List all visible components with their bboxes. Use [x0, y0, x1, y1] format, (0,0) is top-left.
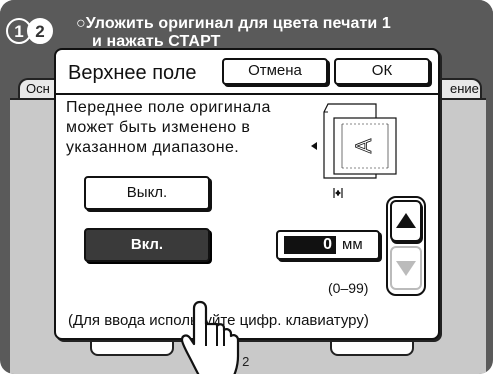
margin-value-field[interactable]: 0 мм [276, 230, 380, 260]
dialog-title: Верхнее поле [68, 62, 197, 84]
description-line: указанном диапазоне. [66, 139, 240, 156]
drum-2-badge: 2 [27, 18, 53, 44]
off-button[interactable]: Выкл. [84, 176, 210, 210]
value-range: (0–99) [328, 280, 369, 296]
decrease-button[interactable] [390, 246, 422, 290]
top-margin-dialog: Верхнее поле Отмена ОК Переднее поле ори… [54, 48, 440, 374]
description-text: Переднее поле оригинала может быть измен… [66, 98, 306, 158]
color-drum-badge: 1 2 [3, 18, 65, 48]
value-stepper [386, 196, 426, 296]
status-line-1: Уложить оригинал для цвета печати 1 [85, 15, 391, 32]
description-line: Переднее поле оригинала [66, 99, 271, 116]
increase-button[interactable] [390, 200, 422, 242]
description-line: может быть изменено в [66, 119, 251, 136]
screen: 1 2 ○Уложить оригинал для цвета печати 1… [0, 0, 493, 374]
cancel-button[interactable]: Отмена [222, 58, 328, 85]
ok-button[interactable]: ОК [334, 58, 430, 85]
paper-margin-diagram-icon: A [311, 103, 397, 198]
margin-unit: мм [342, 236, 363, 253]
arrow-down-icon [396, 261, 416, 276]
diagram-letter: A [351, 138, 376, 153]
title-divider [56, 93, 438, 95]
pointing-hand-icon [180, 300, 240, 374]
status-circle-icon: ○ [76, 15, 86, 32]
margin-value: 0 [284, 236, 336, 254]
status-message: ○Уложить оригинал для цвета печати 1 и н… [76, 15, 391, 51]
arrow-up-icon [396, 213, 416, 228]
on-button[interactable]: Вкл. [84, 228, 210, 262]
